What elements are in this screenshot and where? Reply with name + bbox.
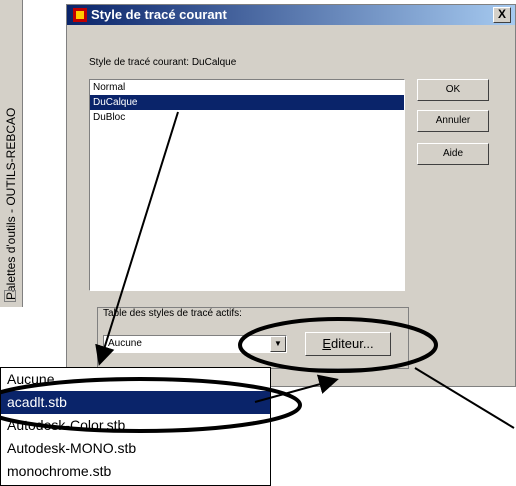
cancel-button[interactable]: Annuler bbox=[417, 110, 489, 132]
editor-mnemonic: E bbox=[322, 336, 332, 351]
tool-palette-bar: Palettes d'outils - OUTILS-REBCAO bbox=[0, 0, 23, 307]
dropdown-item-autodesk-mono[interactable]: Autodesk-MONO.stb bbox=[1, 437, 270, 460]
palette-grip-icon[interactable] bbox=[4, 290, 16, 302]
plot-style-table-dropdown[interactable]: Aucune acadlt.stb Autodesk-Color.stb Aut… bbox=[0, 367, 271, 486]
editor-label-rest: diteur... bbox=[331, 336, 374, 351]
close-button[interactable]: X bbox=[493, 7, 511, 23]
table-group-label: Table des styles de tracé actifs: bbox=[101, 308, 244, 319]
dropdown-item-monochrome[interactable]: monochrome.stb bbox=[1, 460, 270, 483]
app-icon bbox=[73, 8, 87, 22]
style-item-normal[interactable]: Normal bbox=[90, 80, 404, 95]
ok-button[interactable]: OK bbox=[417, 79, 489, 101]
editor-button[interactable]: Editeur... bbox=[305, 332, 391, 356]
dialog-title: Style de tracé courant bbox=[91, 7, 227, 22]
chevron-down-icon[interactable]: ▼ bbox=[270, 336, 286, 352]
dialog-titlebar[interactable]: Style de tracé courant X bbox=[67, 5, 515, 25]
dropdown-item-aucune[interactable]: Aucune bbox=[1, 368, 270, 391]
dropdown-item-autodesk-color[interactable]: Autodesk-Color.stb bbox=[1, 414, 270, 437]
dropdown-item-acadlt[interactable]: acadlt.stb bbox=[1, 391, 270, 414]
style-listbox[interactable]: Normal DuCalque DuBloc bbox=[89, 79, 405, 291]
current-style-label: Style de tracé courant: DuCalque bbox=[89, 57, 237, 68]
style-item-dubloc[interactable]: DuBloc bbox=[90, 110, 404, 125]
plot-style-table-combo[interactable]: Aucune ▼ bbox=[103, 335, 287, 353]
help-button[interactable]: Aide bbox=[417, 143, 489, 165]
palette-title: Palettes d'outils - OUTILS-REBCAO bbox=[4, 107, 18, 300]
combo-value: Aucune bbox=[108, 338, 142, 349]
style-item-ducalque[interactable]: DuCalque bbox=[90, 95, 404, 110]
plot-style-dialog: Style de tracé courant X Style de tracé … bbox=[66, 4, 516, 387]
